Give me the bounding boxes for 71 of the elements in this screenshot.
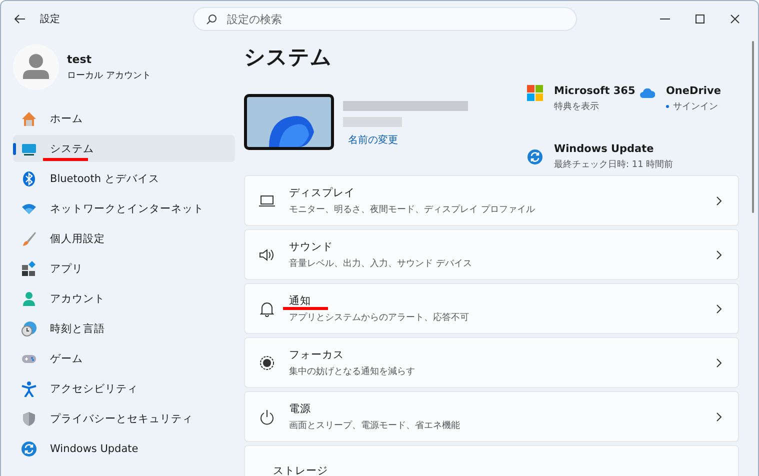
sidebar-item[interactable]: Windows Update [13,435,235,462]
window-title: 設定 [40,12,60,26]
setting-title: サウンド [289,240,334,254]
person-icon [21,290,37,306]
back-arrow-icon[interactable] [14,14,26,24]
setting-description: 画面とスリープ、電源モード、省エネ機能 [289,419,461,432]
maximize-icon[interactable] [695,14,705,24]
user-name: test [67,52,93,66]
sidebar-item[interactable]: 個人用設定 [13,225,235,252]
selection-indicator [13,143,16,155]
chevron-right-icon [716,304,722,314]
sidebar-item[interactable]: システム [13,135,235,162]
sidebar-item[interactable]: アカウント [13,285,235,312]
setting-description: 音量レベル、出力、入力、サウンド デバイス [289,258,473,270]
chevron-right-icon [716,196,722,206]
home-icon [21,110,37,126]
setting-title: ストレージ [273,464,329,476]
chevron-right-icon [716,250,722,260]
close-icon[interactable] [730,14,740,24]
search-field[interactable]: 設定の検索 [193,7,577,31]
setting-title: フォーカス [289,348,345,362]
rename-link[interactable]: 名前の変更 [348,133,468,147]
power-icon [259,408,275,424]
bluetooth-icon [21,170,37,186]
account-type: ローカル アカウント [67,70,151,82]
sidebar-item[interactable]: 時刻と言語 [13,315,235,342]
avatar-icon [13,44,59,90]
quick-link-title[interactable]: Windows Update [554,142,674,154]
globe-clock-icon [21,320,37,336]
apps-icon [21,260,37,276]
sidebar-item[interactable]: ネットワークとインターネット [13,195,235,222]
sidebar-item[interactable]: アプリ [13,255,235,282]
quick-link-subtitle: サインイン [673,101,718,113]
chevron-right-icon [716,412,722,422]
setting-description: 集中の妨げとなる通知を減らす [289,366,416,378]
windows-logo-icon[interactable] [527,85,543,101]
settings-card[interactable]: フォーカス 集中の妨げとなる通知を減らす [244,337,739,388]
settings-card[interactable]: ストレージ [244,445,739,476]
quick-link-title[interactable]: OneDrive [666,85,721,97]
setting-title: 電源 [289,402,312,416]
sidebar-item[interactable]: アクセシビリティ [13,375,235,402]
setting-title: 通知 [289,294,312,308]
setting-title: ディスプレイ [289,186,356,200]
sidebar-item[interactable]: ゲーム [13,345,235,372]
quick-link-subtitle: 最終チェック日時: 11 時間前 [554,158,674,170]
setting-description: アプリとシステムからのアラート、応答不可 [289,311,470,324]
laptop-icon [259,192,275,208]
scrollbar[interactable] [752,41,754,213]
chevron-right-icon [716,358,722,368]
sidebar-item[interactable]: Bluetooth とデバイス [13,165,235,192]
sidebar-item[interactable]: プライバシーとセキュリティ [13,405,235,432]
setting-description: モニター、明るさ、夜間モード、ディスプレイ プロファイル [289,203,536,216]
brush-icon [21,230,37,246]
page-title: システム [244,44,333,71]
settings-card[interactable]: ディスプレイ モニター、明るさ、夜間モード、ディスプレイ プロファイル [244,175,739,226]
blurred-text [343,117,402,127]
settings-card[interactable]: サウンド 音量レベル、出力、入力、サウンド デバイス [244,229,739,280]
sidebar-item[interactable]: ホーム [13,105,235,132]
refresh-icon [21,440,37,456]
search-icon [206,14,217,25]
shield-icon [21,410,37,426]
speaker-icon [259,246,275,262]
accessibility-icon [21,380,37,396]
quick-link-subtitle: 特典を表示 [554,100,599,113]
status-dot [666,105,669,108]
bell-icon [259,300,275,316]
refresh-icon[interactable] [527,148,543,164]
settings-card[interactable]: 通知 アプリとシステムからのアラート、応答不可 [244,283,739,334]
quick-link-title[interactable]: Microsoft 365 [554,85,636,97]
focus-icon [259,354,275,370]
settings-card[interactable]: 電源 画面とスリープ、電源モード、省エネ機能 [244,391,739,442]
